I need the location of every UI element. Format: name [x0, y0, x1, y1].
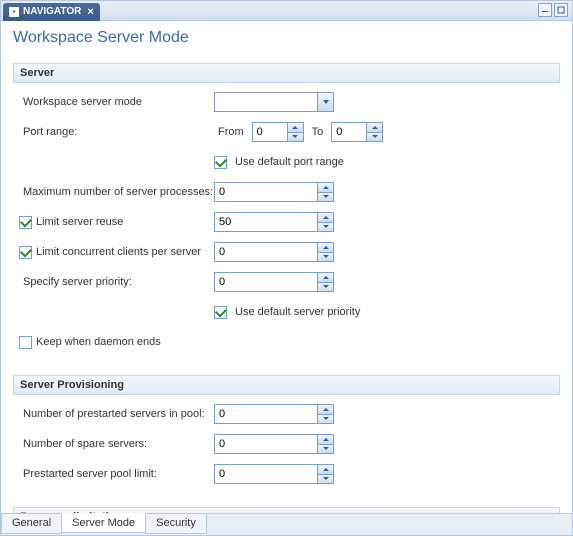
limit-clients-input[interactable] — [215, 243, 317, 261]
section-body-server: Workspace server mode Port range: From — [13, 83, 560, 371]
chevron-down-icon[interactable] — [317, 93, 333, 111]
arrow-down-icon[interactable] — [318, 223, 333, 232]
arrow-down-icon[interactable] — [318, 445, 333, 454]
use-default-priority-checkbox[interactable] — [214, 306, 227, 319]
tab-server-mode[interactable]: Server Mode — [61, 513, 146, 533]
arrow-up-icon[interactable] — [318, 435, 333, 445]
maximize-button[interactable] — [554, 3, 568, 17]
label-port-range: Port range: — [19, 126, 214, 138]
arrow-up-icon[interactable] — [318, 273, 333, 283]
label-to: To — [312, 126, 324, 138]
label-pool-limit: Prestarted server pool limit: — [19, 468, 214, 480]
tab-security[interactable]: Security — [145, 514, 207, 534]
arrow-down-icon[interactable] — [318, 193, 333, 202]
spare-input[interactable] — [215, 435, 317, 453]
arrow-up-icon[interactable] — [318, 243, 333, 253]
keep-daemon-checkbox[interactable] — [19, 336, 32, 349]
arrow-down-icon[interactable] — [288, 133, 303, 142]
arrow-up-icon[interactable] — [318, 183, 333, 193]
limit-clients-checkbox[interactable] — [19, 246, 32, 259]
spare-spinner[interactable] — [214, 434, 334, 454]
window-controls — [538, 3, 568, 17]
label-use-default-port: Use default port range — [235, 156, 344, 168]
label-keep-daemon: Keep when daemon ends — [36, 336, 161, 348]
label-prestarted: Number of prestarted servers in pool: — [19, 408, 214, 420]
prestarted-input[interactable] — [215, 405, 317, 423]
arrow-up-icon[interactable] — [288, 123, 303, 133]
minimize-button[interactable] — [538, 3, 552, 17]
limit-reuse-spinner[interactable] — [214, 212, 334, 232]
label-limit-clients: Limit concurrent clients per server — [36, 246, 201, 258]
top-tab-bar: ▪ NAVIGATOR × — [1, 1, 572, 21]
label-max-processes: Maximum number of server processes: — [19, 186, 214, 198]
tab-general[interactable]: General — [1, 514, 62, 534]
arrow-down-icon[interactable] — [318, 415, 333, 424]
arrow-up-icon[interactable] — [367, 123, 382, 133]
window: ▪ NAVIGATOR × Workspace Server Mode Serv… — [0, 0, 573, 536]
content-area: Workspace Server Mode Server Workspace s… — [1, 21, 572, 513]
arrow-up-icon[interactable] — [318, 213, 333, 223]
limit-clients-spinner[interactable] — [214, 242, 334, 262]
section-header-provisioning: Server Provisioning — [13, 375, 560, 395]
arrow-up-icon[interactable] — [318, 405, 333, 415]
port-from-spinner[interactable] — [252, 122, 304, 142]
max-processes-input[interactable] — [215, 183, 317, 201]
port-from-input[interactable] — [253, 123, 287, 141]
section-provisioning: Server Provisioning Number of prestarted… — [13, 375, 560, 503]
arrow-down-icon[interactable] — [367, 133, 382, 142]
max-processes-spinner[interactable] — [214, 182, 334, 202]
bottom-tab-bar: General Server Mode Security — [1, 513, 572, 535]
port-to-spinner[interactable] — [331, 122, 383, 142]
label-from: From — [218, 126, 244, 138]
priority-input[interactable] — [215, 273, 317, 291]
page-title: Workspace Server Mode — [13, 29, 560, 47]
section-server: Server Workspace server mode Port range:… — [13, 63, 560, 371]
label-workspace-mode: Workspace server mode — [19, 96, 214, 108]
tab-navigator[interactable]: ▪ NAVIGATOR × — [3, 3, 100, 21]
navigator-icon: ▪ — [9, 7, 19, 17]
tab-label: NAVIGATOR — [23, 6, 81, 17]
section-body-provisioning: Number of prestarted servers in pool: Nu… — [13, 395, 560, 503]
port-to-input[interactable] — [332, 123, 366, 141]
arrow-down-icon[interactable] — [318, 475, 333, 484]
label-limit-reuse: Limit server reuse — [36, 216, 123, 228]
workspace-mode-combo[interactable] — [214, 92, 334, 112]
use-default-port-checkbox[interactable] — [214, 156, 227, 169]
label-priority: Specify server priority: — [19, 276, 214, 288]
arrow-up-icon[interactable] — [318, 465, 333, 475]
pool-limit-input[interactable] — [215, 465, 317, 483]
pool-limit-spinner[interactable] — [214, 464, 334, 484]
close-icon[interactable]: × — [87, 6, 93, 18]
priority-spinner[interactable] — [214, 272, 334, 292]
section-header-server: Server — [13, 63, 560, 83]
prestarted-spinner[interactable] — [214, 404, 334, 424]
limit-reuse-input[interactable] — [215, 213, 317, 231]
arrow-down-icon[interactable] — [318, 283, 333, 292]
label-use-default-priority: Use default server priority — [235, 306, 360, 318]
arrow-down-icon[interactable] — [318, 253, 333, 262]
limit-reuse-checkbox[interactable] — [19, 216, 32, 229]
label-spare: Number of spare servers: — [19, 438, 214, 450]
